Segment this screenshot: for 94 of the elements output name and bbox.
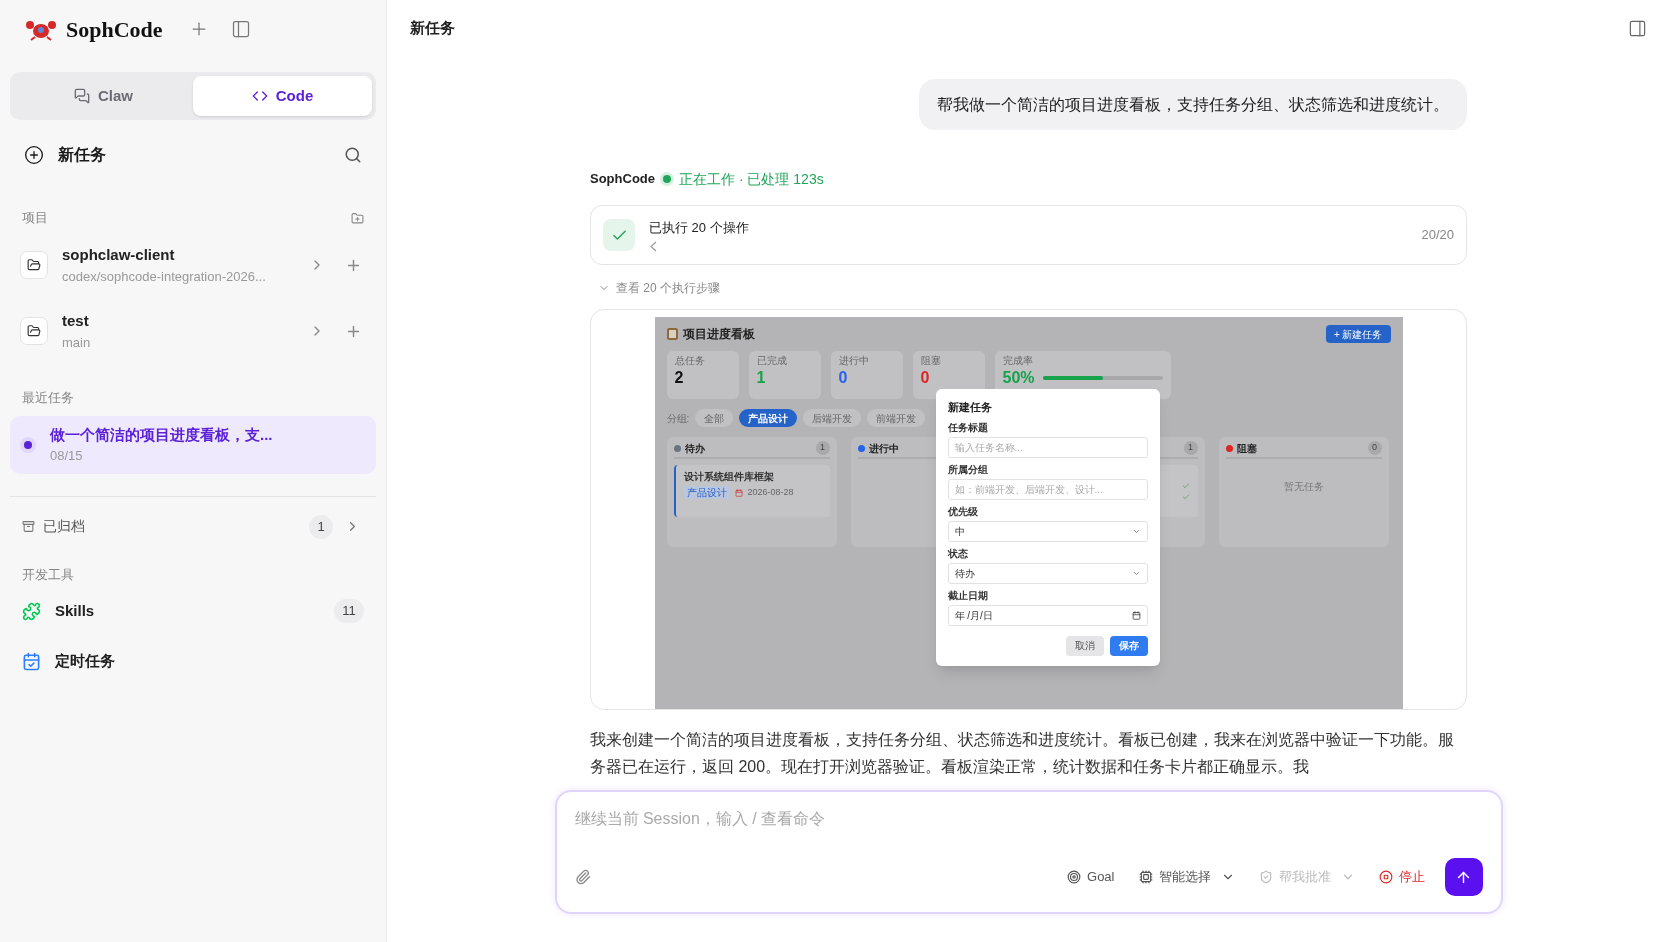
folder-icon[interactable] (351, 211, 364, 225)
task-date: 08/15 (50, 447, 84, 465)
new-task-button[interactable]: 新任务 (24, 143, 106, 167)
count-badge: 11 (334, 599, 364, 623)
calendar-icon (734, 488, 743, 497)
section-header: 开发工具 (21, 565, 75, 584)
clipboard-icon (666, 328, 678, 340)
page-title: 新任务 (410, 17, 455, 38)
target-icon (1067, 870, 1082, 884)
task-title: 做一个简洁的项目进度看板，支... (50, 424, 273, 445)
count-badge: 0 (1367, 441, 1382, 455)
calendar-icon (1131, 610, 1141, 620)
agent-status: 正在工作 · 已处理 123s (679, 169, 824, 189)
folder-icon (20, 317, 48, 345)
dialog-title: 新建任务 (947, 400, 993, 415)
chip-icon (1138, 870, 1153, 884)
card-tag: 产品设计 (683, 486, 730, 500)
field-label: 状态 (947, 546, 969, 561)
column-title: 待办 (684, 441, 705, 456)
stat-label: 进行中 (838, 354, 870, 368)
section-header: 项目 (22, 209, 48, 228)
mode-tab[interactable]: Code (193, 76, 372, 116)
select-field[interactable]: 中 (947, 520, 1148, 542)
field-label: 截止日期 (947, 588, 989, 603)
stat-value: 0 (838, 368, 848, 388)
stat-label: 已完成 (756, 354, 788, 368)
stat-value: 0 (920, 368, 930, 388)
group-chip[interactable]: 产品设计 (739, 409, 798, 427)
toolbar-button[interactable]: 智能选择 (1138, 867, 1235, 887)
stop-button[interactable]: 停止 (1378, 867, 1425, 887)
calendar-icon (22, 651, 41, 671)
step-count: 20/20 (1421, 226, 1454, 245)
stat-label: 总任务 (674, 354, 706, 368)
stat-label: 阻塞 (920, 354, 942, 368)
group-label: 分组: (666, 411, 690, 426)
project-branch: codex/sophcode-integration-2026... (62, 267, 267, 286)
user-message: 帮我做一个简洁的项目进度看板，支持任务分组、状态筛选和进度统计。 (919, 79, 1467, 130)
operations-title: 已执行 20 个操作 (649, 219, 749, 238)
input-field[interactable]: 输入任务名称... (947, 436, 1148, 458)
column-title: 进行中 (868, 441, 899, 456)
send-button[interactable] (1444, 858, 1483, 896)
empty-text: 暂无任务 (1283, 480, 1324, 494)
board-title: 项目进度看板 (682, 326, 755, 343)
tool-item[interactable]: 定时任务 (10, 638, 376, 684)
toolbar-button[interactable]: Goal (1067, 867, 1115, 887)
project-item[interactable]: sophclaw-client codex/sophcode-integration-2026... (10, 234, 376, 296)
puzzle-icon (22, 601, 41, 621)
cancel-button[interactable]: 取消 (1065, 635, 1104, 656)
new-task-button[interactable]: + 新建任务 (1325, 325, 1391, 343)
count-badge: 1 (1183, 441, 1198, 455)
reply-text: 我来创建一个简洁的项目进度看板，支持任务分组、状态筛选和进度统计。看板已创建，我来在浏览器中验证一下功能。服务器已在运行，返回 200。现在打开浏览器验证。看板渲染正常，统计数据和任务卡片都正确显示。我 (590, 730, 1455, 777)
mode-tab[interactable]: Claw (14, 76, 193, 116)
input-field[interactable]: 如：前端开发、后端开发、设计... (947, 478, 1148, 500)
archive-icon (22, 520, 35, 533)
brand-name: SophCode (66, 15, 163, 44)
save-button[interactable]: 保存 (1109, 635, 1148, 656)
project-name: sophclaw-client (62, 245, 176, 265)
field-label: 任务标题 (947, 420, 989, 435)
archived-label[interactable]: 已归档 (43, 516, 85, 537)
tool-label: Skills (55, 600, 95, 621)
section-header: 最近任务 (21, 389, 75, 407)
search-icon[interactable] (344, 146, 362, 164)
date-field[interactable]: 年 /月/日 (947, 604, 1148, 626)
select-field[interactable]: 待办 (947, 562, 1148, 584)
stop-icon (1378, 870, 1393, 884)
attach-icon[interactable] (574, 869, 591, 885)
count-badge: 1 (815, 441, 830, 455)
column-title: 阻塞 (1236, 441, 1257, 456)
task-card[interactable]: 设计系统组件库框架 产品设计 2026-08-28 (673, 465, 830, 517)
steps-link[interactable]: 查看 20 个执行步骤 (598, 279, 720, 297)
card-date: 2026-08-28 (747, 486, 794, 499)
project-item[interactable]: test main (10, 300, 376, 362)
code-icon (251, 88, 268, 104)
recent-task[interactable]: 做一个简洁的项目进度看板，支... 08/15 (10, 415, 376, 474)
project-branch: main (62, 333, 92, 352)
field-label: 所属分组 (947, 462, 989, 477)
card-title: 设计系统组件库框架 (683, 470, 775, 484)
folder-icon (20, 251, 48, 279)
stat-value: 50% (1002, 368, 1035, 388)
project-name: test (62, 311, 90, 331)
count-badge: 1 (309, 514, 333, 539)
stat-value: 2 (674, 368, 684, 388)
panel-icon[interactable] (1628, 18, 1647, 38)
stat-value: 1 (756, 368, 766, 388)
message-input[interactable]: 继续当前 Session，输入 / 查看命令 (574, 806, 1483, 832)
field-label: 优先级 (947, 504, 979, 519)
stat-label: 完成率 (1002, 354, 1034, 368)
sidebar-toggle-icon[interactable] (230, 19, 251, 39)
tool-label: 定时任务 (55, 650, 115, 671)
chat-icon (74, 88, 90, 104)
tool-item[interactable]: Skills 11 (10, 588, 376, 634)
shield-icon (1258, 870, 1273, 884)
agent-name: SophCode (590, 170, 655, 189)
plus-circle-icon (24, 145, 44, 165)
